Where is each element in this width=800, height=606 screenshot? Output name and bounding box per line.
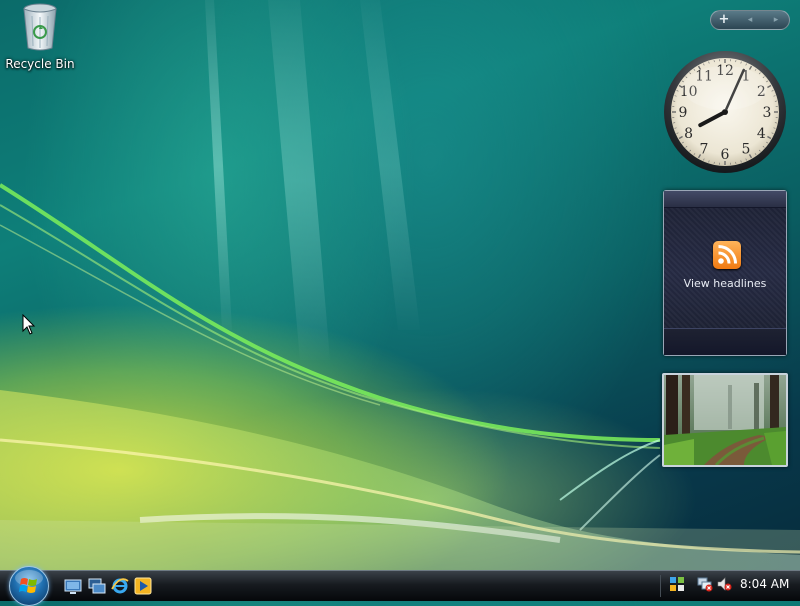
feed-headlines-gadget[interactable]: View headlines	[663, 190, 787, 356]
previous-gadget-button[interactable]: ◂	[738, 11, 762, 29]
clock-numeral: 6	[721, 147, 730, 163]
tray-clock[interactable]: 8:04 AM	[740, 577, 789, 591]
clock-glare	[683, 66, 767, 110]
clock-numeral: 9	[679, 105, 688, 121]
view-headlines-link[interactable]: View headlines	[664, 277, 786, 290]
media-player-icon[interactable]	[134, 577, 152, 595]
start-button[interactable]	[9, 566, 49, 606]
feed-gadget-topbar	[664, 191, 786, 208]
windows-start-orb-icon	[10, 567, 48, 605]
recycle-bin-label: Recycle Bin	[4, 57, 76, 71]
add-gadget-button[interactable]: +	[712, 11, 736, 29]
slideshow-gadget[interactable]	[662, 373, 788, 467]
volume-muted-icon[interactable]	[716, 576, 732, 592]
clock-numeral: 8	[684, 126, 693, 142]
mouse-pointer-icon	[22, 314, 36, 336]
internet-explorer-icon[interactable]	[111, 577, 129, 595]
forest-path-photo	[664, 375, 786, 465]
tray-separator	[660, 575, 661, 597]
sidebar-controls: + ◂ ▸	[710, 10, 790, 30]
rss-feed-icon	[713, 241, 741, 269]
next-gadget-button[interactable]: ▸	[764, 11, 788, 29]
show-desktop-icon[interactable]	[64, 577, 82, 595]
clock-numeral: 4	[757, 126, 766, 142]
switch-windows-icon[interactable]	[88, 577, 106, 595]
recycle-bin-desktop-icon[interactable]: Recycle Bin	[4, 2, 76, 71]
recycle-bin-icon	[20, 2, 60, 52]
clock-numeral: 3	[763, 105, 772, 121]
network-disconnected-icon[interactable]	[697, 576, 713, 592]
windows-sidebar-icon[interactable]	[669, 576, 685, 592]
clock-gadget[interactable]: 121234567891011	[663, 50, 787, 174]
feed-gadget-bottombar	[664, 328, 786, 355]
